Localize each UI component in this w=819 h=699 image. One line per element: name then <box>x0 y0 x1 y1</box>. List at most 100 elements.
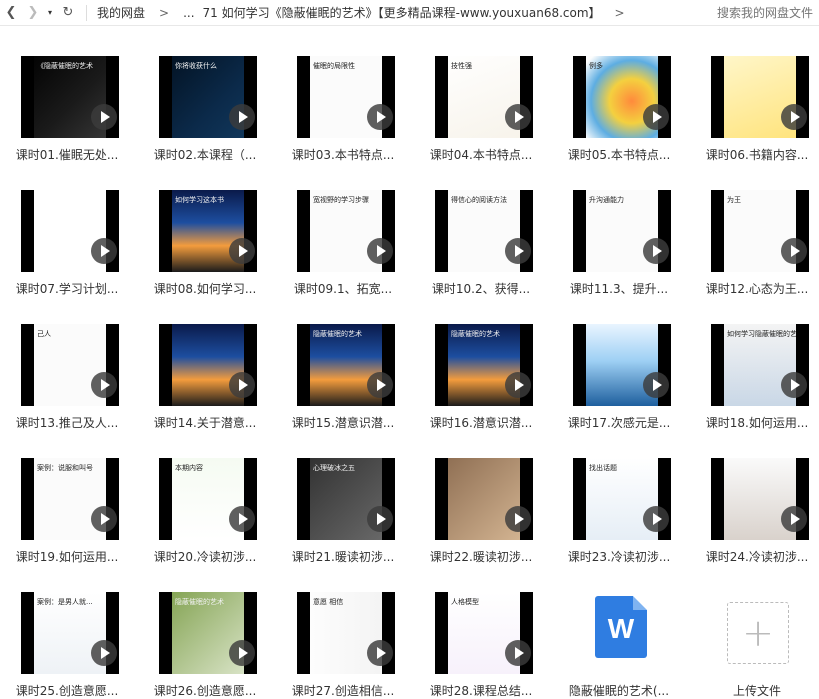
breadcrumb-ellipsis[interactable]: ... <box>179 6 198 20</box>
video-file-tile[interactable]: 得信心的阅读方法 课时10.2、获得... <box>421 170 541 296</box>
play-icon[interactable] <box>91 238 117 264</box>
video-file-tile[interactable]: 升沟通能力 课时11.3、提升... <box>559 170 679 296</box>
play-icon[interactable] <box>505 506 531 532</box>
play-icon[interactable] <box>781 372 807 398</box>
file-name-label[interactable]: 上传文件 <box>697 682 817 699</box>
video-file-tile[interactable]: 你将收获什么 课时02.本课程（... <box>145 36 265 162</box>
file-name-label[interactable]: 课时09.1、拓宽... <box>283 280 403 297</box>
search-input[interactable] <box>709 4 813 22</box>
video-file-tile[interactable]: 心理破冰之五 课时21.暖读初涉... <box>283 438 403 564</box>
video-file-tile[interactable]: 隐蔽催眠的艺术 课时15.潜意识潜... <box>283 304 403 430</box>
video-file-tile[interactable]: 意愿 相信 课时27.创造相信... <box>283 572 403 698</box>
video-file-tile[interactable]: 催眠的局限性 课时03.本书特点... <box>283 36 403 162</box>
upload-plus-icon[interactable]: + <box>727 602 789 664</box>
video-file-tile[interactable]: 找出话题课时23.冷读初涉... <box>559 438 679 564</box>
file-name-label[interactable]: 课时27.创造相信... <box>283 682 403 699</box>
file-name-label[interactable]: 课时25.创造意愿... <box>7 682 127 699</box>
video-file-tile[interactable]: 隐蔽催眠的艺术 课时16.潜意识潜... <box>421 304 541 430</box>
file-name-label[interactable]: 课时26.创造意愿... <box>145 682 265 699</box>
video-file-tile[interactable]: 课时24.冷读初涉... <box>697 438 817 564</box>
play-icon[interactable] <box>367 640 393 666</box>
play-icon[interactable] <box>367 238 393 264</box>
refresh-icon[interactable]: ↻ <box>56 0 80 26</box>
video-file-tile[interactable]: 案例：是男人就... 课时25.创造意愿... <box>7 572 127 698</box>
history-dropdown-icon[interactable]: ▾ <box>44 0 56 26</box>
video-file-tile[interactable]: 如何学习这本书 课时08.如何学习... <box>145 170 265 296</box>
file-name-label[interactable]: 课时23.冷读初涉... <box>559 548 679 565</box>
file-name-label[interactable]: 课时06.书籍内容... <box>697 146 817 163</box>
play-icon[interactable] <box>505 104 531 130</box>
file-name-label[interactable]: 课时14.关于潜意... <box>145 414 265 431</box>
video-file-tile[interactable]: 课时14.关于潜意... <box>145 304 265 430</box>
play-icon[interactable] <box>229 238 255 264</box>
play-icon[interactable] <box>781 506 807 532</box>
video-thumbnail: 找出话题 <box>573 458 671 540</box>
file-name-label[interactable]: 课时22.暖读初涉... <box>421 548 541 565</box>
play-icon[interactable] <box>643 238 669 264</box>
file-name-label[interactable]: 课时21.暖读初涉... <box>283 548 403 565</box>
file-name-label[interactable]: 隐蔽催眠的艺术(... <box>559 682 679 699</box>
file-name-label[interactable]: 课时05.本书特点... <box>559 146 679 163</box>
forward-arrow-icon[interactable]: ❯ <box>22 0 44 26</box>
video-file-tile[interactable]: 例多 课时05.本书特点... <box>559 36 679 162</box>
play-icon[interactable] <box>229 506 255 532</box>
file-name-label[interactable]: 课时17.次感元是... <box>559 414 679 431</box>
video-thumbnail: 技性强 <box>435 56 533 138</box>
file-name-label[interactable]: 课时24.冷读初涉... <box>697 548 817 565</box>
file-name-label[interactable]: 课时03.本书特点... <box>283 146 403 163</box>
play-icon[interactable] <box>91 104 117 130</box>
breadcrumb-end-arrow[interactable]: > <box>605 6 635 20</box>
video-file-tile[interactable]: 如何学习隐蔽催眠的艺术? 课时18.如何运用... <box>697 304 817 430</box>
video-file-tile[interactable]: 课时06.书籍内容... <box>697 36 817 162</box>
back-arrow-icon[interactable]: ❮ <box>0 0 22 26</box>
file-name-label[interactable]: 课时13.推己及人... <box>7 414 127 431</box>
video-file-tile[interactable]: 课时22.暖读初涉... <box>421 438 541 564</box>
file-name-label[interactable]: 课时12.心态为王... <box>697 280 817 297</box>
breadcrumb-current[interactable]: 71 如何学习《隐蔽催眠的艺术》【更多精品课程-www.youxuan68.co… <box>199 4 605 21</box>
play-icon[interactable] <box>505 640 531 666</box>
video-file-tile[interactable]: 己人 课时13.推己及人... <box>7 304 127 430</box>
file-name-label[interactable]: 课时19.如何运用... <box>7 548 127 565</box>
play-icon[interactable] <box>505 238 531 264</box>
file-name-label[interactable]: 课时01.催眠无处... <box>7 146 127 163</box>
video-file-tile[interactable]: 课时07.学习计划... <box>7 170 127 296</box>
video-file-tile[interactable]: 隐蔽催眠的艺术 课时26.创造意愿... <box>145 572 265 698</box>
play-icon[interactable] <box>91 372 117 398</box>
play-icon[interactable] <box>367 506 393 532</box>
file-name-label[interactable]: 课时10.2、获得... <box>421 280 541 297</box>
file-name-label[interactable]: 课时28.课程总结... <box>421 682 541 699</box>
play-icon[interactable] <box>367 372 393 398</box>
file-name-label[interactable]: 课时20.冷读初涉... <box>145 548 265 565</box>
video-file-tile[interactable]: 技性强课时04.本书特点... <box>421 36 541 162</box>
play-icon[interactable] <box>781 104 807 130</box>
upload-file-tile[interactable]: + 上传文件 <box>697 572 817 698</box>
video-file-tile[interactable]: 本期内容 课时20.冷读初涉... <box>145 438 265 564</box>
video-file-tile[interactable]: 为王 课时12.心态为王... <box>697 170 817 296</box>
breadcrumb-root[interactable]: 我的网盘 <box>93 4 149 21</box>
play-icon[interactable] <box>91 506 117 532</box>
video-file-tile[interactable]: 案例：说服和叫号 课时19.如何运用... <box>7 438 127 564</box>
play-icon[interactable] <box>643 372 669 398</box>
play-icon[interactable] <box>229 104 255 130</box>
file-name-label[interactable]: 课时02.本课程（... <box>145 146 265 163</box>
file-name-label[interactable]: 课时04.本书特点... <box>421 146 541 163</box>
play-icon[interactable] <box>505 372 531 398</box>
file-name-label[interactable]: 课时07.学习计划... <box>7 280 127 297</box>
play-icon[interactable] <box>643 104 669 130</box>
video-file-tile[interactable]: 宽视野的学习步骤 课时09.1、拓宽... <box>283 170 403 296</box>
file-name-label[interactable]: 课时08.如何学习... <box>145 280 265 297</box>
video-file-tile[interactable]: 课时17.次感元是... <box>559 304 679 430</box>
video-file-tile[interactable]: 人格模型 课时28.课程总结... <box>421 572 541 698</box>
file-name-label[interactable]: 课时15.潜意识潜... <box>283 414 403 431</box>
play-icon[interactable] <box>91 640 117 666</box>
play-icon[interactable] <box>643 506 669 532</box>
document-file-tile[interactable]: W 隐蔽催眠的艺术(... <box>559 572 679 698</box>
play-icon[interactable] <box>229 372 255 398</box>
play-icon[interactable] <box>229 640 255 666</box>
play-icon[interactable] <box>781 238 807 264</box>
file-name-label[interactable]: 课时11.3、提升... <box>559 280 679 297</box>
video-file-tile[interactable]: 《隐蔽催眠的艺术 课时01.催眠无处... <box>7 36 127 162</box>
play-icon[interactable] <box>367 104 393 130</box>
file-name-label[interactable]: 课时18.如何运用... <box>697 414 817 431</box>
file-name-label[interactable]: 课时16.潜意识潜... <box>421 414 541 431</box>
